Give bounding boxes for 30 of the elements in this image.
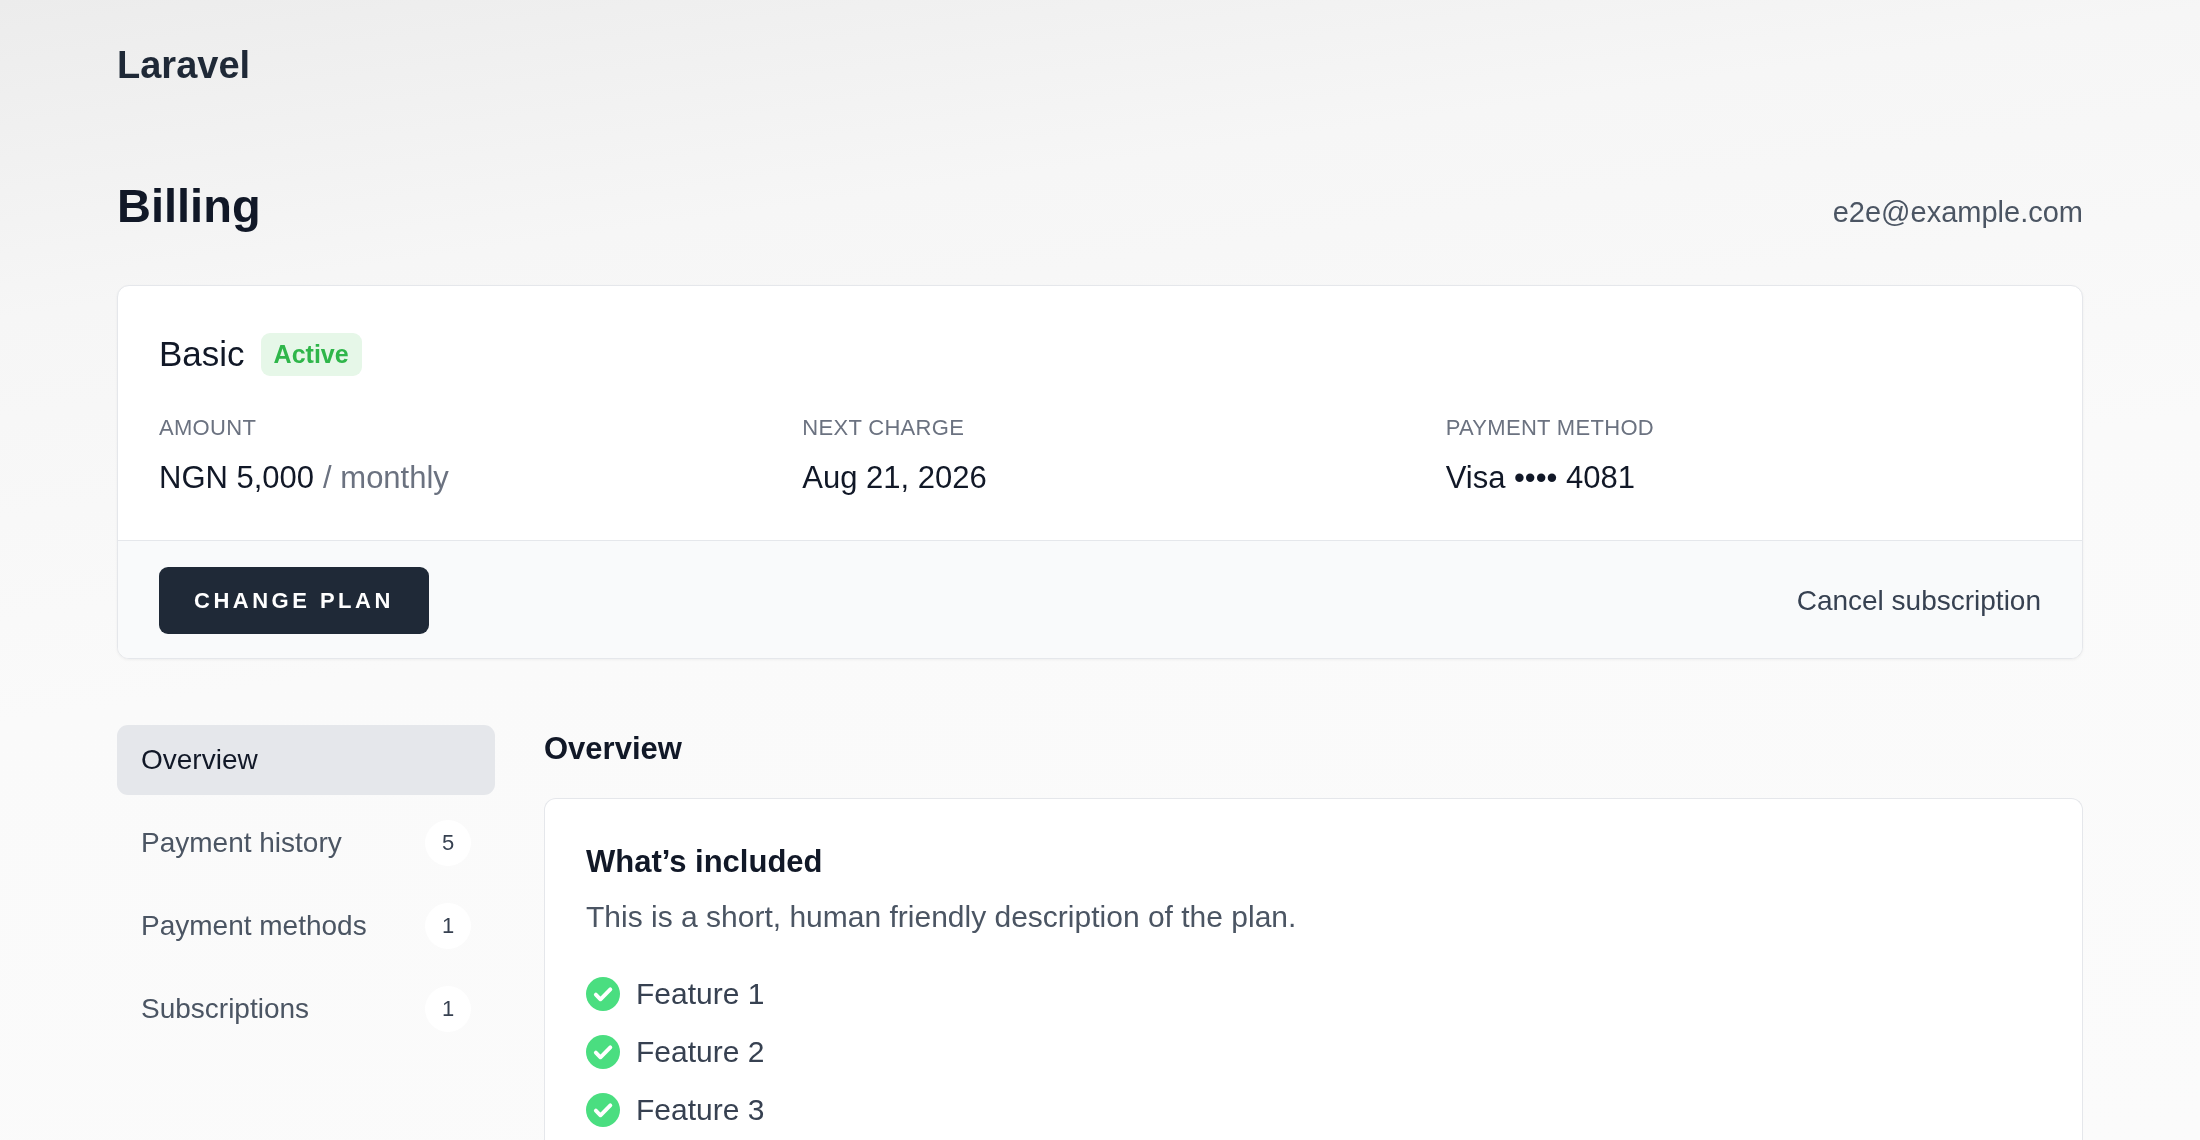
- detail-value: Visa •••• 4081: [1445, 459, 1635, 497]
- sidebar-item[interactable]: Overview: [117, 725, 495, 795]
- check-icon: [586, 977, 620, 1011]
- sidebar-item[interactable]: Payment history 5: [117, 808, 495, 878]
- user-email: e2e@example.com: [1832, 195, 2083, 230]
- section-title: Overview: [544, 730, 682, 768]
- detail-label: AMOUNT: [159, 414, 257, 442]
- count-badge: 5: [425, 820, 471, 866]
- check-icon: [586, 1093, 620, 1127]
- sidebar-item[interactable]: Subscriptions 1: [117, 974, 495, 1044]
- detail-value: NGN 5,000: [159, 459, 315, 497]
- detail-label: NEXT CHARGE: [802, 414, 965, 442]
- card-title: What’s included: [586, 843, 823, 881]
- feature-text: Feature 2: [636, 1034, 765, 1070]
- change-plan-button[interactable]: CHANGE PLAN: [159, 567, 429, 634]
- detail-value: Aug 21, 2026: [802, 459, 987, 497]
- status-badge: Active: [260, 332, 362, 376]
- detail-label: PAYMENT METHOD: [1445, 414, 1654, 442]
- plan-name: Basic: [159, 333, 245, 375]
- check-icon: [586, 1035, 620, 1069]
- page-title: Billing: [117, 178, 261, 234]
- count-badge: 1: [425, 986, 471, 1032]
- count-badge: 1: [425, 903, 471, 949]
- sidebar-item[interactable]: Payment methods 1: [117, 891, 495, 961]
- billing-interval: / monthly: [323, 459, 449, 497]
- cancel-subscription-button[interactable]: Cancel subscription: [1796, 582, 2041, 619]
- plan-description: This is a short, human friendly description of the plan.: [586, 899, 1297, 935]
- app-name: Laravel: [117, 45, 251, 85]
- feature-text: Feature 1: [636, 976, 765, 1012]
- feature-text: Feature 3: [636, 1092, 765, 1128]
